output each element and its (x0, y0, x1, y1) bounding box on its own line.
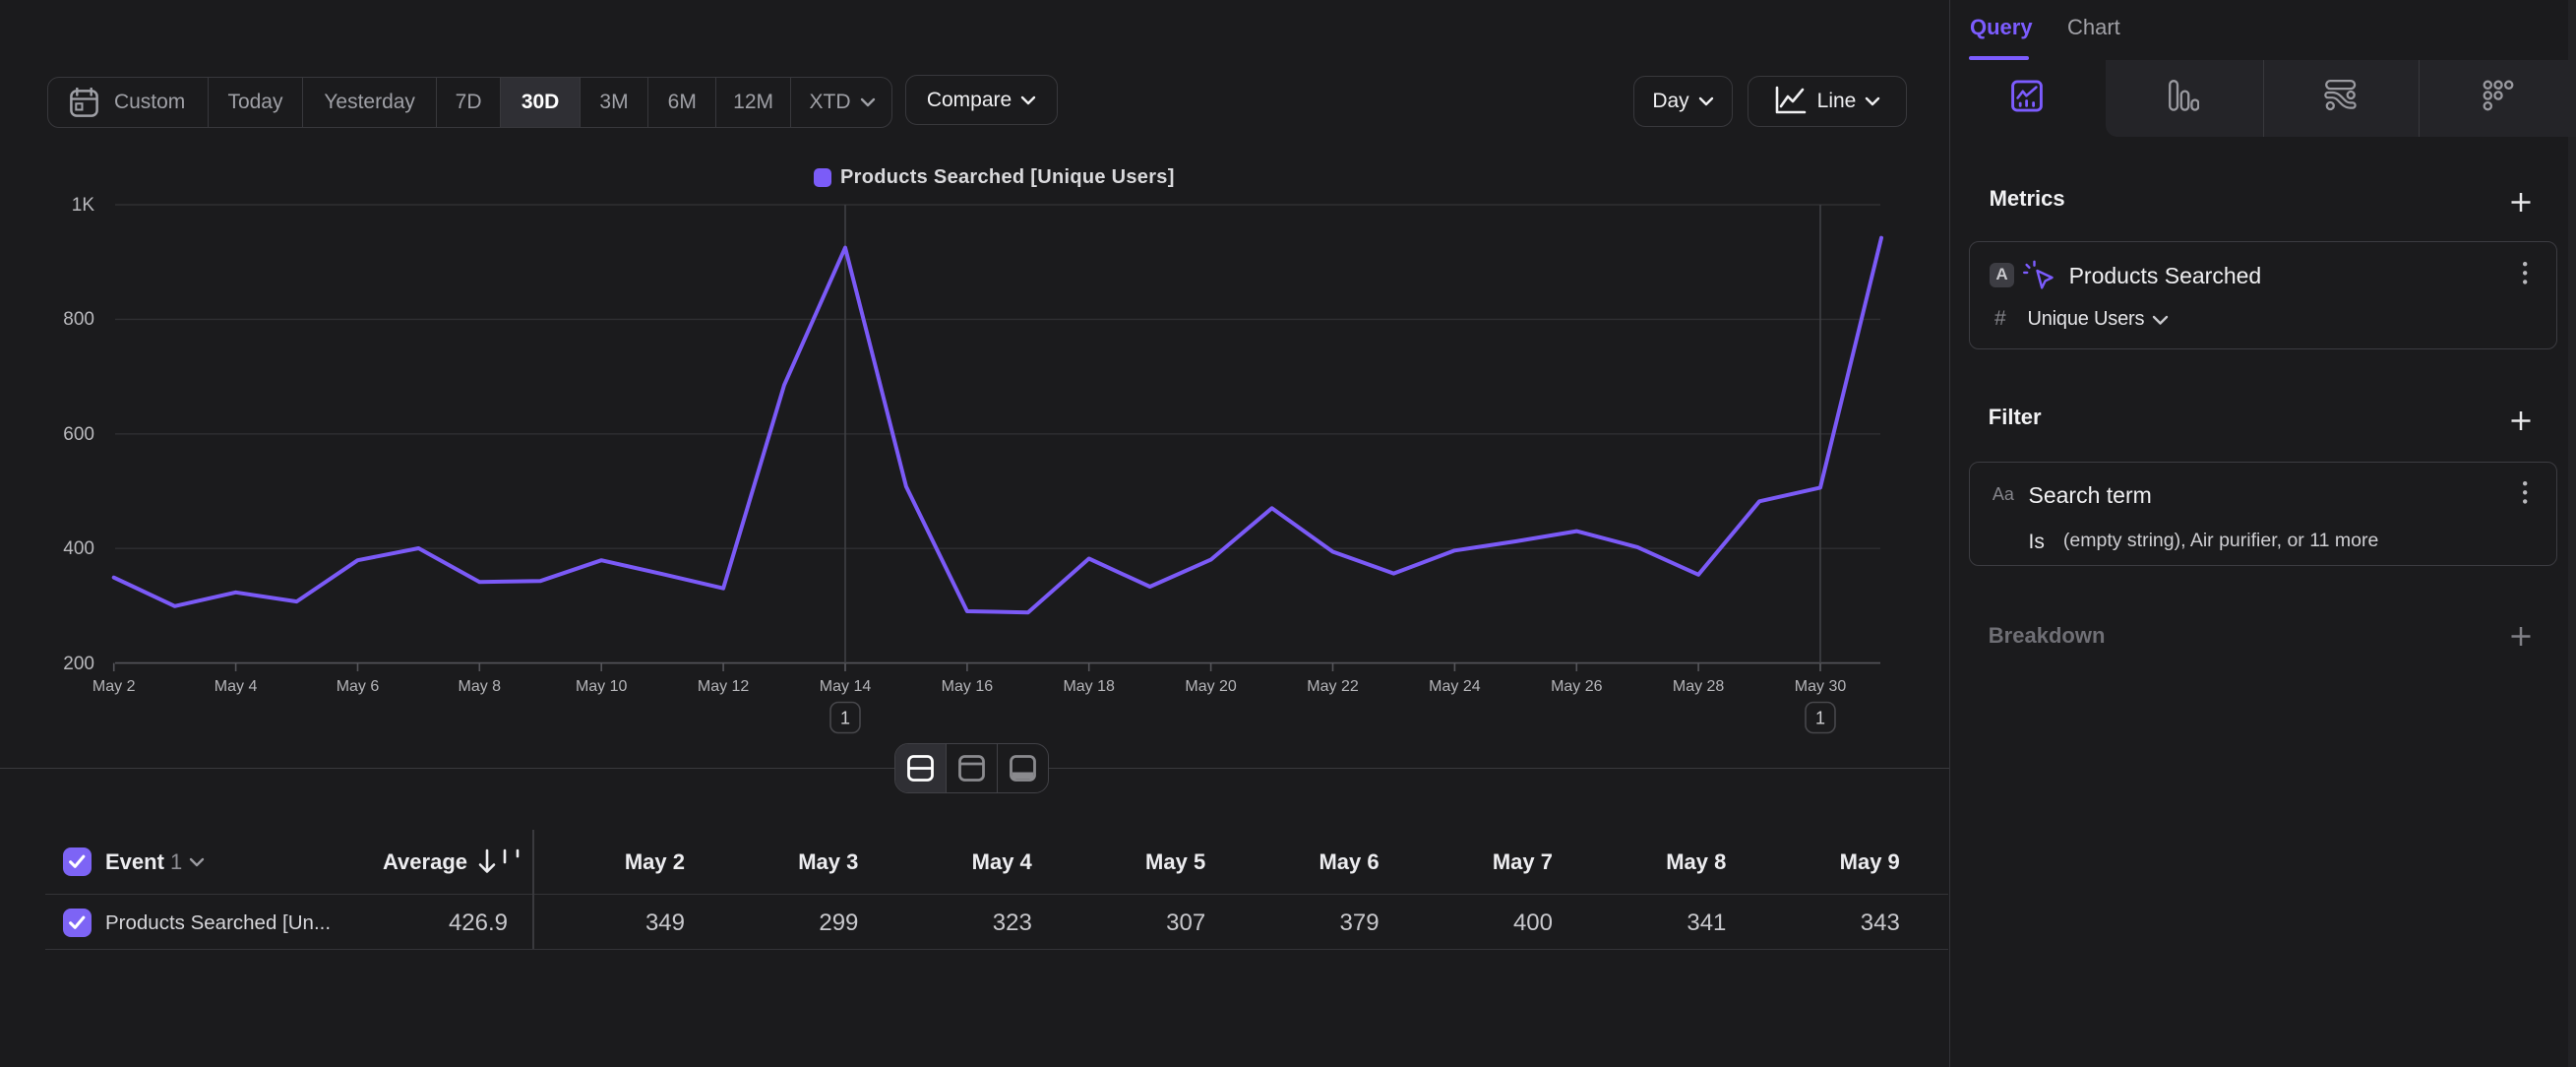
svg-text:May 18: May 18 (1063, 678, 1115, 695)
svg-text:May 30: May 30 (1795, 678, 1847, 695)
svg-text:1: 1 (1815, 709, 1825, 728)
svg-text:May 2: May 2 (92, 678, 136, 695)
svg-text:May 4: May 4 (215, 678, 258, 695)
svg-text:May 24: May 24 (1429, 678, 1481, 695)
svg-text:May 16: May 16 (942, 678, 994, 695)
svg-text:1: 1 (840, 709, 850, 728)
svg-text:May 8: May 8 (459, 678, 502, 695)
svg-text:May 10: May 10 (576, 678, 628, 695)
svg-text:600: 600 (63, 424, 94, 445)
svg-text:May 22: May 22 (1307, 678, 1359, 695)
svg-text:May 20: May 20 (1185, 678, 1237, 695)
svg-text:May 14: May 14 (820, 678, 872, 695)
svg-text:May 6: May 6 (337, 678, 380, 695)
svg-text:200: 200 (63, 654, 94, 674)
svg-text:1K: 1K (72, 195, 95, 216)
svg-text:May 28: May 28 (1673, 678, 1725, 695)
svg-text:800: 800 (63, 309, 94, 330)
svg-text:May 26: May 26 (1551, 678, 1603, 695)
svg-text:May 12: May 12 (698, 678, 750, 695)
svg-text:400: 400 (63, 538, 94, 559)
